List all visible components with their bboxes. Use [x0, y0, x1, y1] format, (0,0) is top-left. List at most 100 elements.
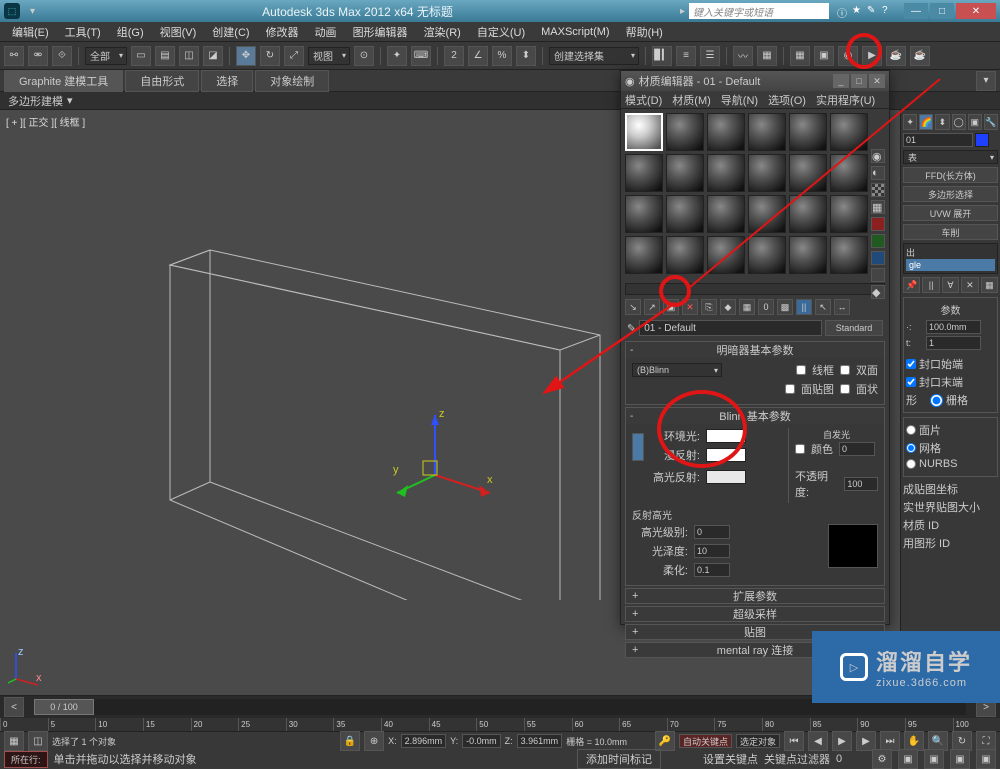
- sample-slot[interactable]: [830, 236, 868, 274]
- render-setup-icon[interactable]: ▦: [790, 46, 810, 66]
- layers-icon[interactable]: ☰: [700, 46, 720, 66]
- sample-slot[interactable]: [625, 154, 663, 192]
- menu-modifiers[interactable]: 修改器: [258, 24, 307, 40]
- stack-show-icon[interactable]: ||: [922, 277, 939, 293]
- sample-slot[interactable]: [789, 195, 827, 233]
- nav1-icon[interactable]: ▣: [898, 749, 918, 769]
- mod-ffd[interactable]: FFD(长方体): [903, 167, 998, 183]
- cap-end-check[interactable]: [906, 377, 916, 387]
- tab-graphite[interactable]: Graphite 建模工具: [4, 70, 123, 92]
- material-name[interactable]: 01 - Default: [639, 320, 822, 336]
- twoside-check[interactable]: [840, 365, 850, 375]
- snap-angle-icon[interactable]: ∠: [468, 46, 488, 66]
- tab-paint[interactable]: 对象绘制: [255, 70, 329, 92]
- link-icon[interactable]: ⚯: [4, 46, 24, 66]
- go-parent-icon[interactable]: ↖: [815, 299, 831, 315]
- material-editor-title[interactable]: ◉ 材质编辑器 - 01 - Default _ □ ✕: [621, 71, 889, 91]
- material-type[interactable]: Standard: [825, 320, 883, 336]
- menu-tools[interactable]: 工具(T): [57, 24, 109, 40]
- status-icon2[interactable]: ◫: [28, 731, 48, 751]
- faceted-check[interactable]: [840, 384, 850, 394]
- diffuse-color[interactable]: [706, 448, 746, 462]
- get-mat-icon[interactable]: ↘: [625, 299, 641, 315]
- selfillum-spin[interactable]: 0: [839, 442, 875, 456]
- wire-check[interactable]: [796, 365, 806, 375]
- facemap-check[interactable]: [785, 384, 795, 394]
- sample-slot[interactable]: [625, 236, 663, 274]
- play-next-icon[interactable]: ▶: [856, 731, 876, 751]
- sample-slot[interactable]: [748, 195, 786, 233]
- mat-id-icon[interactable]: 0: [758, 299, 774, 315]
- select-by-mat-icon[interactable]: [871, 268, 885, 282]
- rollout-extended[interactable]: +扩展参数: [625, 588, 885, 604]
- opacity-spin[interactable]: 100: [844, 477, 878, 491]
- stack-config-icon[interactable]: ▦: [981, 277, 998, 293]
- play-start-icon[interactable]: ⏮: [784, 731, 804, 751]
- mod-uvw[interactable]: UVW 展开: [903, 205, 998, 221]
- nav-orbit-icon[interactable]: ↻: [952, 731, 972, 751]
- snap-pct-icon[interactable]: %: [492, 46, 512, 66]
- mod-polysel[interactable]: 多边形选择: [903, 186, 998, 202]
- show-end-icon[interactable]: ||: [796, 299, 812, 315]
- go-sibling-icon[interactable]: ↔: [834, 299, 850, 315]
- hierarchy-tab-icon[interactable]: ⬍: [935, 114, 949, 130]
- move-icon[interactable]: ✥: [236, 46, 256, 66]
- spinner-snap-icon[interactable]: ⬍: [516, 46, 536, 66]
- sample-scroll[interactable]: [625, 283, 885, 295]
- selectionset-combo[interactable]: 创建选择集: [549, 47, 639, 65]
- rotate-icon[interactable]: ↻: [260, 46, 280, 66]
- autokey-button[interactable]: 自动关键点: [679, 734, 732, 748]
- nav3-icon[interactable]: ▣: [950, 749, 970, 769]
- menu-edit[interactable]: 编辑(E): [4, 24, 57, 40]
- teapot2-icon[interactable]: ☕: [910, 46, 930, 66]
- nav-zoom-icon[interactable]: 🔍: [928, 731, 948, 751]
- object-name-field[interactable]: [903, 133, 973, 147]
- motion-tab-icon[interactable]: ◯: [952, 114, 966, 130]
- status-icon1[interactable]: ▦: [4, 731, 24, 751]
- nav4-icon[interactable]: ▣: [976, 749, 996, 769]
- nav-pan-icon[interactable]: ✋: [904, 731, 924, 751]
- play-prev-icon[interactable]: ◀: [808, 731, 828, 751]
- out-nurbs[interactable]: [906, 459, 916, 469]
- unlink-icon[interactable]: ⚮: [28, 46, 48, 66]
- menu-graph[interactable]: 图形编辑器: [345, 24, 416, 40]
- frame-field[interactable]: 0: [836, 753, 866, 765]
- close-button[interactable]: ✕: [956, 3, 996, 19]
- uv-tile-icon[interactable]: ▦: [871, 200, 885, 214]
- video-check-icon[interactable]: [871, 217, 885, 231]
- timetag-label[interactable]: 添加时间标记: [577, 749, 661, 769]
- make-preview-icon[interactable]: [871, 234, 885, 248]
- me-max[interactable]: □: [851, 74, 867, 88]
- me-menu-nav[interactable]: 导航(N): [721, 92, 758, 108]
- create-tab-icon[interactable]: ✦: [903, 114, 917, 130]
- window-crossing-icon[interactable]: ◪: [203, 46, 223, 66]
- sample-slot[interactable]: [830, 113, 868, 151]
- material-editor-icon[interactable]: ◉: [838, 46, 858, 66]
- put-mat-icon[interactable]: ↗: [644, 299, 660, 315]
- stack-unique-icon[interactable]: ∀: [942, 277, 959, 293]
- render-frame-icon[interactable]: ▣: [814, 46, 834, 66]
- lock-amb-diff[interactable]: [632, 433, 644, 461]
- options-icon[interactable]: [871, 251, 885, 265]
- show-map-icon[interactable]: ▩: [777, 299, 793, 315]
- me-menu-opt[interactable]: 选项(O): [768, 92, 806, 108]
- sample-slot[interactable]: [625, 113, 663, 151]
- nav-max-icon[interactable]: ⛶: [976, 731, 996, 751]
- gloss-spin[interactable]: 10: [694, 544, 730, 558]
- bind-icon[interactable]: ⟐: [52, 46, 72, 66]
- sample-slot[interactable]: [748, 113, 786, 151]
- time-config-icon[interactable]: ⚙: [872, 749, 892, 769]
- segments-field[interactable]: [926, 336, 981, 350]
- play-icon[interactable]: ▶: [832, 731, 852, 751]
- render-prod-icon[interactable]: ▶: [862, 46, 882, 66]
- minimize-button[interactable]: —: [904, 3, 928, 19]
- me-menu-util[interactable]: 实用程序(U): [816, 92, 875, 108]
- timeline-toggle-icon[interactable]: <: [4, 697, 24, 717]
- background-icon[interactable]: [871, 183, 885, 197]
- modifier-list[interactable]: 表: [903, 150, 998, 164]
- make-copy-icon[interactable]: ⎘: [701, 299, 717, 315]
- selset-field[interactable]: 选定对象: [736, 734, 780, 748]
- assign-mat-icon[interactable]: ▣: [663, 299, 679, 315]
- sample-slot[interactable]: [707, 113, 745, 151]
- menu-render[interactable]: 渲染(R): [416, 24, 469, 40]
